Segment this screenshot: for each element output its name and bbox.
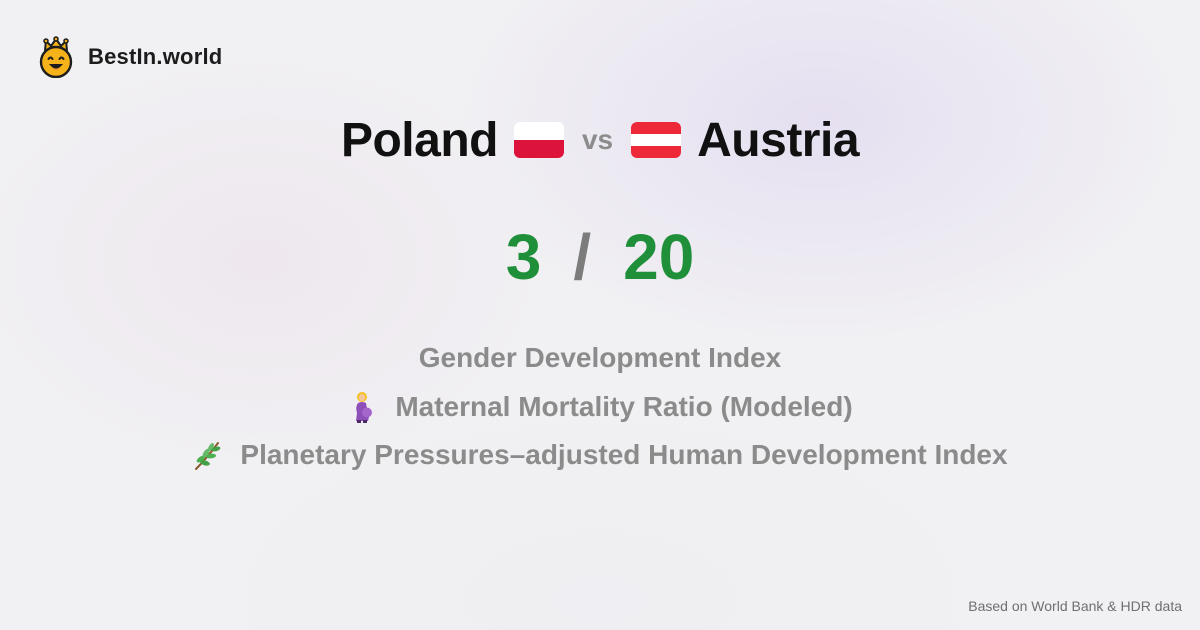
pregnant-woman-icon bbox=[356, 392, 373, 423]
crowned-smiley-icon bbox=[39, 36, 73, 78]
right-country-name: Austria bbox=[697, 113, 860, 167]
austria-flag-icon bbox=[631, 122, 682, 158]
score-separator: / bbox=[573, 221, 592, 293]
vs-label: vs bbox=[581, 124, 614, 155]
metric-label: Maternal Mortality Ratio (Modeled) bbox=[395, 391, 853, 422]
metric-item: Gender Development Index bbox=[0, 340, 1200, 376]
left-country-name: Poland bbox=[340, 113, 499, 167]
herb-icon bbox=[195, 442, 221, 470]
poland-flag-icon bbox=[513, 122, 564, 158]
brand-header[interactable]: BestIn.world bbox=[38, 36, 222, 78]
metric-item: Maternal Mortality Ratio (Modeled) bbox=[0, 389, 1200, 425]
score-display: 3 / 20 bbox=[0, 221, 1200, 293]
right-score: 20 bbox=[623, 221, 695, 293]
metric-label: Gender Development Index bbox=[418, 342, 782, 373]
background bbox=[0, 0, 1200, 630]
metric-label: Planetary Pressures–adjusted Human Devel… bbox=[240, 439, 1008, 470]
left-score: 3 bbox=[505, 221, 542, 293]
data-source-note: Based on World Bank & HDR data bbox=[968, 598, 1182, 614]
metric-item: Planetary Pressures–adjusted Human Devel… bbox=[0, 437, 1200, 473]
comparison-title: Poland vs Austria bbox=[0, 110, 1200, 170]
brand-name[interactable]: BestIn.world bbox=[88, 44, 222, 70]
